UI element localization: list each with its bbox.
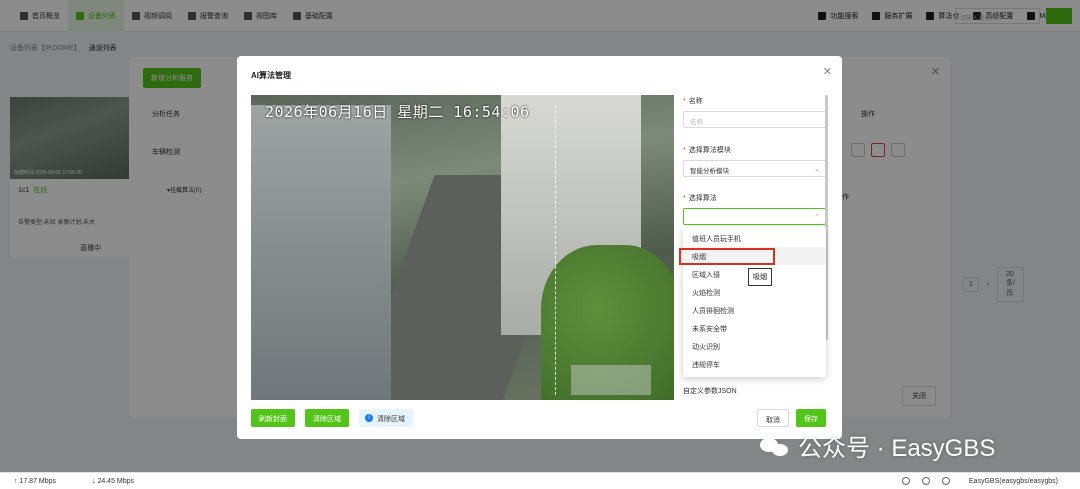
chevron-up-icon: ⌃ bbox=[814, 214, 820, 221]
zone-boundary bbox=[555, 105, 556, 395]
video-timestamp: 2026年06月16日 星期二 16:54:06 bbox=[265, 103, 530, 121]
refresh-cover-button[interactable]: 刷新封面 bbox=[251, 409, 295, 427]
screen-icon[interactable] bbox=[922, 477, 930, 485]
clear-zone-button[interactable]: 清除区域 bbox=[305, 409, 349, 427]
blurred-region bbox=[571, 365, 651, 395]
option-phone[interactable]: 值班人员玩手机 bbox=[683, 229, 826, 247]
algorithm-label: * 选择算法 bbox=[683, 195, 717, 202]
cancel-button[interactable]: 取消 bbox=[757, 409, 789, 427]
download-speed: ↓ 24.45 Mbps bbox=[92, 478, 135, 485]
chevron-down-icon: ⌄ bbox=[814, 166, 820, 173]
clear-zone-info[interactable]: i 清除区域 bbox=[359, 409, 413, 427]
watermark: 公众号 · EasyGBS bbox=[760, 428, 995, 463]
module-label: * 选择算法模块 bbox=[683, 147, 731, 154]
upload-speed: ↑ 17.87 Mbps bbox=[14, 478, 57, 485]
highlight-box bbox=[679, 248, 775, 265]
name-label: * 名称 bbox=[683, 98, 703, 105]
algorithm-select[interactable]: ⌃ bbox=[683, 208, 826, 225]
building-left bbox=[251, 105, 391, 400]
module-select[interactable]: 智能分析模块 ⌄ bbox=[683, 160, 826, 177]
option-tooltip: 吸烟 bbox=[748, 268, 772, 286]
footer-icons bbox=[902, 477, 950, 485]
option-illegal-parking[interactable]: 违规停车 bbox=[683, 355, 826, 373]
name-input[interactable]: 名称 bbox=[683, 111, 826, 128]
json-label: 自定义参数JSON bbox=[683, 388, 737, 395]
option-seatbelt[interactable]: 未系安全带 bbox=[683, 319, 826, 337]
close-icon[interactable]: ✕ bbox=[823, 65, 832, 78]
save-button[interactable]: 保存 bbox=[796, 409, 826, 427]
modal-title: AI算法管理 bbox=[251, 71, 291, 80]
camera-preview[interactable]: 2026年06月16日 星期二 16:54:06 bbox=[251, 95, 674, 400]
sound-icon[interactable] bbox=[942, 477, 950, 485]
option-hot-work[interactable]: 动火识别 bbox=[683, 337, 826, 355]
option-loitering[interactable]: 人员徘徊检测 bbox=[683, 301, 826, 319]
ai-algorithm-modal: AI算法管理 ✕ 2026年06月16日 星期二 16:54:06 * 名称 名称… bbox=[237, 56, 842, 439]
info-icon: i bbox=[365, 414, 373, 422]
help-icon[interactable] bbox=[902, 477, 910, 485]
status-bar: ↑ 17.87 Mbps ↓ 24.45 Mbps EasyGBS(easygb… bbox=[0, 472, 1080, 489]
wechat-icon bbox=[760, 435, 790, 457]
server-info: EasyGBS(easygbs/easygbs) bbox=[968, 478, 1058, 485]
